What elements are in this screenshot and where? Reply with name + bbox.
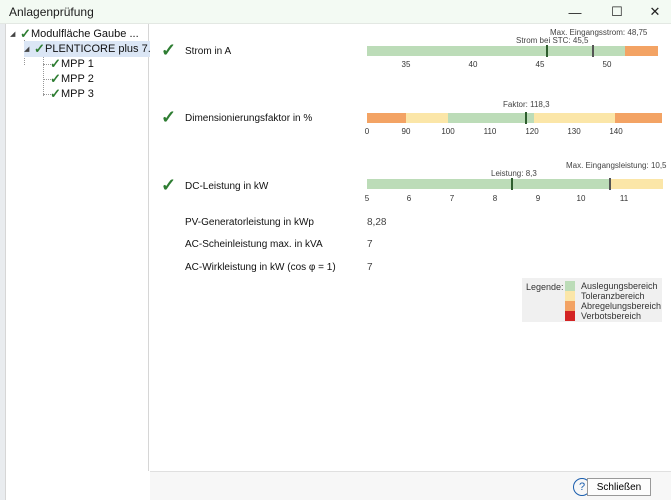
project-tree: ◢ ✓ Modulfläche Gaube ... ◢ ✓ PLENTICORE…	[6, 24, 161, 471]
tree-node-label: MPP 3	[61, 88, 94, 100]
gauge-segment-curtail	[625, 46, 658, 56]
gauge-segment-design	[367, 46, 625, 56]
collapse-arrow-icon[interactable]: ◢	[10, 30, 20, 38]
gauge-segment-tolerance	[611, 179, 663, 189]
gauge-bar-current	[367, 46, 658, 56]
gauge-tick-label: 50	[602, 60, 612, 69]
check-icon: ✓	[50, 86, 61, 101]
legend-swatch	[565, 291, 575, 301]
gauge-segment-curtail	[367, 113, 406, 123]
check-icon: ✓	[161, 107, 177, 127]
stat-value-pv-generator: 8,28	[367, 217, 387, 228]
tree-node-label: MPP 2	[61, 73, 94, 85]
gauge-tick-label: 0	[364, 127, 370, 136]
gauge-tick-label: 100	[441, 127, 455, 136]
stat-label-pv-generator: PV-Generatorleistung in kWp	[185, 217, 314, 228]
gauge-tick-label: 130	[567, 127, 581, 136]
tree-node-label: Modulfläche Gaube ...	[31, 28, 139, 40]
gauge-annotation-power: Leistung: 8,3	[491, 169, 537, 178]
close-button[interactable]: Schließen	[587, 478, 651, 496]
collapse-arrow-icon[interactable]: ◢	[24, 45, 34, 53]
gauge-tick-label: 6	[406, 194, 412, 203]
legend-title: Legende:	[526, 282, 564, 292]
gauge-tick-label: 8	[492, 194, 498, 203]
gauge-marker-power	[511, 178, 513, 190]
gauge-segment-curtail	[615, 113, 662, 123]
legend-label: Toleranzbereich	[581, 291, 645, 301]
gauge-marker-max	[592, 45, 594, 57]
legend-swatch	[565, 311, 575, 321]
legend-item-tolerance: Toleranzbereich	[565, 291, 645, 301]
gauge-tick-label: 7	[449, 194, 455, 203]
gauge-marker-stc	[546, 45, 548, 57]
stat-label-ac-active: AC-Wirkleistung in kW (cos φ = 1)	[185, 262, 336, 273]
tree-node-root[interactable]: ◢ ✓ Modulfläche Gaube ...	[10, 26, 139, 42]
legend: Legende: Auslegungsbereich Toleranzberei…	[522, 278, 662, 322]
gauge-tick-label: 140	[609, 127, 623, 136]
gauge-tick-label: 40	[468, 60, 478, 69]
check-label-dc-power: DC-Leistung in kW	[185, 181, 269, 192]
check-label-current: Strom in A	[185, 46, 232, 57]
gauge-tick-label: 90	[401, 127, 411, 136]
gauge-tick-label: 45	[535, 60, 545, 69]
gauge-tick-label: 10	[576, 194, 586, 203]
gauge-segment-design	[367, 179, 611, 189]
legend-item-forbidden: Verbotsbereich	[565, 311, 641, 321]
check-icon: ✓	[50, 56, 61, 71]
gauge-tick-label: 35	[401, 60, 411, 69]
gauge-segment-tolerance	[534, 113, 615, 123]
gauge-marker-factor	[525, 112, 527, 124]
legend-item-curtail: Abregelungsbereich	[565, 301, 661, 311]
tree-node-mpp2[interactable]: ✓ MPP 2	[50, 71, 94, 87]
stat-value-ac-active: 7	[367, 262, 373, 273]
window-title: Anlagenprüfung	[9, 5, 94, 19]
tree-node-mpp3[interactable]: ✓ MPP 3	[50, 86, 94, 102]
legend-swatch	[565, 301, 575, 311]
minimize-icon[interactable]: —	[561, 0, 589, 24]
check-icon: ✓	[161, 175, 177, 195]
check-icon: ✓	[161, 40, 177, 60]
legend-label: Auslegungsbereich	[581, 281, 658, 291]
check-label-sizing: Dimensionierungsfaktor in %	[185, 113, 313, 124]
gauge-annotation-max-power: Max. Eingangsleistung: 10,5	[566, 161, 667, 170]
tree-node-label: PLENTICORE plus 7.0	[45, 43, 157, 55]
gauge-annotation-stc-current: Strom bei STC: 45,5	[516, 36, 589, 45]
gauge-bar-sizing	[367, 113, 662, 123]
gauge-segment-tolerance	[406, 113, 448, 123]
gauge-tick-label: 9	[535, 194, 541, 203]
check-results-panel: ✓ Strom in A Max. Eingangsstrom: 48,75 S…	[150, 24, 671, 471]
gauge-tick-label: 5	[364, 194, 370, 203]
legend-swatch	[565, 281, 575, 291]
title-bar: Anlagenprüfung — ☐ ✕	[0, 0, 671, 24]
check-icon: ✓	[50, 71, 61, 86]
check-icon: ✓	[20, 26, 31, 41]
legend-item-design: Auslegungsbereich	[565, 281, 658, 291]
legend-label: Abregelungsbereich	[581, 301, 662, 311]
stat-value-ac-apparent: 7	[367, 239, 373, 250]
tree-node-label: MPP 1	[61, 58, 94, 70]
tree-node-inverter[interactable]: ◢ ✓ PLENTICORE plus 7.0	[24, 41, 161, 57]
gauge-marker-max	[609, 178, 611, 190]
tree-node-mpp1[interactable]: ✓ MPP 1	[50, 56, 94, 72]
gauge-tick-label: 110	[483, 127, 497, 136]
gauge-annotation-factor: Faktor: 118,3	[503, 100, 550, 109]
check-icon: ✓	[34, 41, 45, 56]
gauge-tick-label: 120	[525, 127, 539, 136]
gauge-tick-label: 11	[619, 194, 629, 203]
gauge-segment-design	[448, 113, 534, 123]
close-icon[interactable]: ✕	[641, 0, 669, 24]
stat-label-ac-apparent: AC-Scheinleistung max. in kVA	[185, 239, 323, 250]
maximize-icon[interactable]: ☐	[603, 0, 631, 24]
gauge-bar-dc-power	[367, 179, 663, 189]
legend-label: Verbotsbereich	[581, 311, 642, 321]
